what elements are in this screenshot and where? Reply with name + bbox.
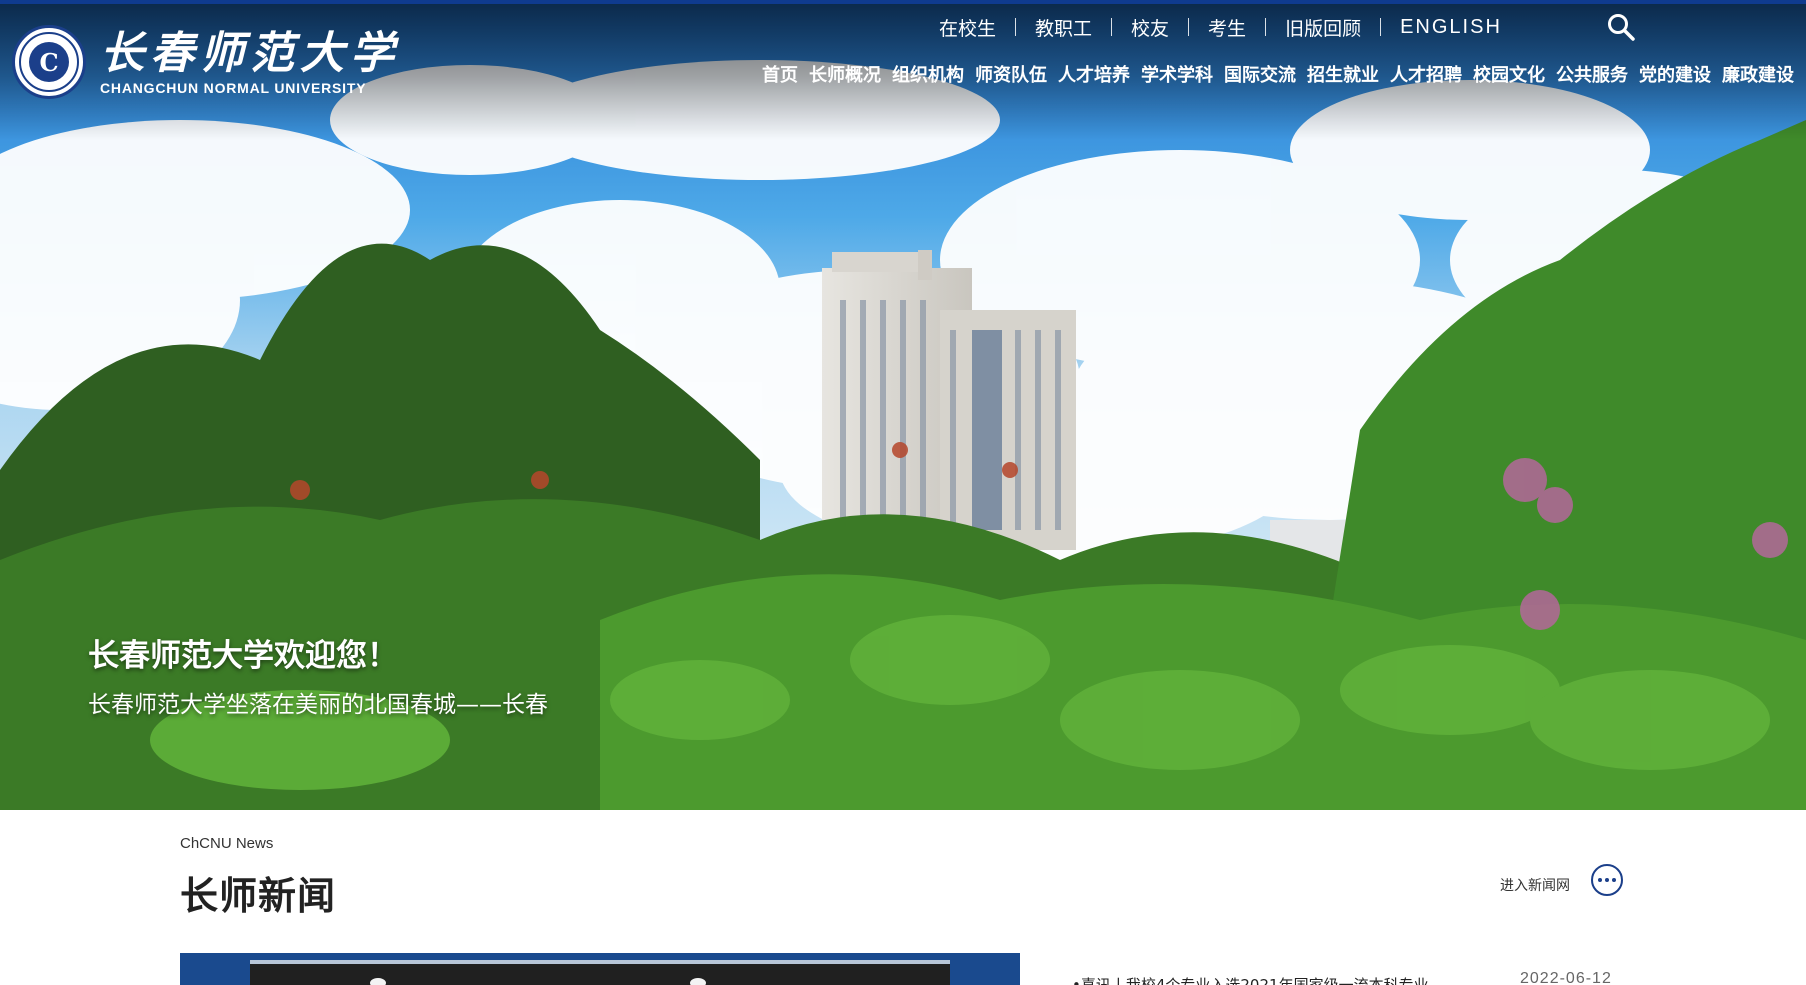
university-wordmark: 长春师范大学 CHANGCHUN NORMAL UNIVERSITY [100, 28, 400, 96]
top-links: 在校生 教职工 校友 考生 旧版回顾 ENGLISH [920, 12, 1521, 42]
nav-recruitment[interactable]: 人才招聘 [1390, 61, 1462, 87]
toplink-staff[interactable]: 教职工 [1016, 14, 1111, 41]
university-name-cn: 长春师范大学 [100, 28, 400, 79]
nav-academics[interactable]: 学术学科 [1141, 61, 1213, 87]
university-logo[interactable]: C 长春师范大学 CHANGCHUN NORMAL UNIVERSITY [12, 22, 400, 102]
toplink-english[interactable]: ENGLISH [1381, 16, 1521, 39]
nav-faculty[interactable]: 师资队伍 [975, 61, 1047, 87]
page: C 长春师范大学 CHANGCHUN NORMAL UNIVERSITY 在校生… [0, 0, 1806, 985]
nav-integrity[interactable]: 廉政建设 [1722, 61, 1794, 87]
hero-banner: C 长春师范大学 CHANGCHUN NORMAL UNIVERSITY 在校生… [0, 0, 1806, 810]
news-featured-image[interactable] [180, 953, 1020, 985]
news-photo [250, 960, 950, 985]
more-dots-icon [1598, 878, 1616, 882]
nav-about[interactable]: 长师概况 [809, 61, 881, 87]
search-icon [1608, 14, 1635, 41]
toplink-old-version[interactable]: 旧版回顾 [1266, 14, 1380, 41]
news-list-item[interactable]: •喜讯丨我校4个专业入选2021年国家级一流本科专业 2022-06-12 [1072, 970, 1632, 985]
toplink-applicants[interactable]: 考生 [1189, 14, 1265, 41]
nav-admissions[interactable]: 招生就业 [1307, 61, 1379, 87]
nav-organization[interactable]: 组织机构 [892, 61, 964, 87]
toplink-alumni[interactable]: 校友 [1112, 14, 1188, 41]
main-nav: 首页 长师概况 组织机构 师资队伍 人才培养 学术学科 国际交流 招生就业 人才… [762, 60, 1794, 88]
nav-party-building[interactable]: 党的建设 [1639, 61, 1711, 87]
news-section-title: 长师新闻 [180, 874, 337, 918]
university-emblem-icon: C [12, 25, 86, 99]
university-name-en: CHANGCHUN NORMAL UNIVERSITY [100, 80, 367, 96]
search-button[interactable] [1606, 12, 1636, 42]
nav-education[interactable]: 人才培养 [1058, 61, 1130, 87]
news-eyebrow: ChCNU News [180, 835, 274, 852]
nav-campus-culture[interactable]: 校园文化 [1473, 61, 1545, 87]
news-more-link[interactable]: 进入新闻网 [1500, 875, 1570, 895]
hero-subtitle: 长春师范大学坐落在美丽的北国春城——长春 [88, 692, 548, 718]
news-more-button[interactable] [1591, 864, 1623, 896]
toplink-students[interactable]: 在校生 [920, 14, 1015, 41]
hero-title: 长春师范大学欢迎您！ [88, 638, 398, 674]
news-item-title: •喜讯丨我校4个专业入选2021年国家级一流本科专业 [1072, 976, 1429, 985]
nav-home[interactable]: 首页 [762, 61, 798, 87]
ceiling-light [690, 978, 706, 985]
ceiling-light [370, 978, 386, 985]
nav-public-services[interactable]: 公共服务 [1556, 61, 1628, 87]
top-accent-bar [0, 0, 1806, 4]
svg-text:C: C [39, 48, 58, 77]
news-item-date: 2022-06-12 [1520, 970, 1612, 985]
nav-international[interactable]: 国际交流 [1224, 61, 1296, 87]
